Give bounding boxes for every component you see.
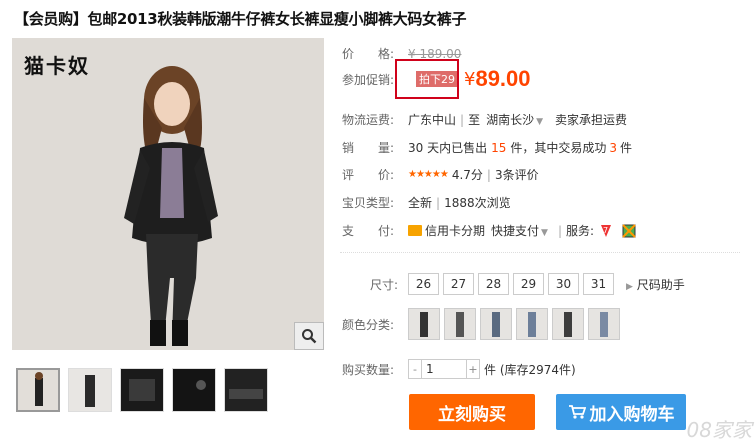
ship-to-select[interactable]: 湖南长沙 ▼ [486, 111, 543, 128]
ship-from: 广东中山 [408, 113, 457, 127]
size-option-31[interactable]: 31 [583, 273, 614, 295]
sales-prefix: 30 天内已售出 [408, 141, 488, 155]
site-watermark: 08家家 [686, 418, 752, 442]
chevron-down-icon: ▼ [536, 117, 544, 127]
color-swatch-1[interactable] [408, 308, 440, 340]
quantity-input[interactable]: 1 [421, 360, 467, 378]
quantity-row: 购买数量: - 1 + 件 (库存2974件) [342, 359, 576, 379]
sales-suffix: 件 [620, 141, 633, 155]
svg-text:7: 7 [603, 226, 608, 235]
chevron-down-icon: ▼ [541, 228, 548, 238]
view-count: 1888次浏览 [444, 196, 511, 210]
sold-count: 15 [491, 140, 507, 155]
thumbnail-4[interactable] [172, 368, 216, 412]
product-main-image[interactable]: 猫卡奴 [12, 38, 324, 350]
credit-installment[interactable]: 信用卡分期 [425, 222, 485, 239]
product-title: 【会员购】包邮2013秋装韩版潮牛仔裤女长裤显瘦小脚裤大码女裤子 [14, 10, 467, 28]
size-label: 尺寸: [369, 277, 398, 292]
review-count-link[interactable]: 3条评价 [495, 166, 539, 183]
size-option-30[interactable]: 30 [548, 273, 579, 295]
size-option-27[interactable]: 27 [443, 273, 474, 295]
thumbnail-2[interactable] [68, 368, 112, 412]
color-swatch-6[interactable] [588, 308, 620, 340]
color-swatch-2[interactable] [444, 308, 476, 340]
thumbnail-5[interactable] [224, 368, 268, 412]
payment-row: 支 付: 信用卡分期 快捷支付 ▼ | 服务: 7 [342, 222, 636, 239]
shipping-fee: 卖家承担运费 [555, 113, 628, 127]
rating-score: 4.7分 [451, 168, 483, 182]
model-illustration [124, 66, 218, 346]
highlight-box [395, 59, 459, 99]
quantity-label: 购买数量: [342, 362, 395, 377]
chevron-right-icon: ▶ [626, 281, 633, 292]
sales-label: 销 量: [342, 141, 395, 155]
seven-day-return-icon[interactable]: 7 [598, 223, 614, 239]
stock-info: 件 (库存2974件) [484, 362, 576, 377]
sales-middle: 件，其中交易成功 [510, 141, 607, 155]
ship-to-prefix: 至 [468, 113, 481, 127]
condition: 全新 [408, 196, 433, 210]
add-to-cart-button[interactable]: 加入购物车 [556, 394, 686, 430]
color-row: 颜色分类: [342, 308, 624, 340]
magnifier-icon [302, 329, 317, 344]
guarantee-icon[interactable] [622, 223, 636, 238]
increment-button[interactable]: + [467, 363, 479, 376]
color-swatch-5[interactable] [552, 308, 584, 340]
rating-row: 评 价: ★★★★★ 4.7分 | 3条评价 [342, 166, 539, 183]
success-count: 3 [609, 140, 618, 155]
cart-icon [568, 405, 586, 419]
color-swatch-4[interactable] [516, 308, 548, 340]
size-option-29[interactable]: 29 [513, 273, 544, 295]
rating-label: 评 价: [342, 168, 395, 182]
color-label: 颜色分类: [342, 317, 395, 332]
type-row: 宝贝类型: 全新 | 1888次浏览 [342, 195, 511, 211]
section-divider [340, 252, 740, 254]
size-helper-link[interactable]: ▶ 尺码助手 [624, 276, 685, 293]
thumbnail-1[interactable] [16, 368, 60, 412]
size-row: 尺寸: 26 27 28 29 30 31 ▶ 尺码助手 [342, 273, 685, 295]
zoom-button[interactable] [294, 322, 324, 350]
decrement-button[interactable]: - [409, 363, 421, 376]
color-swatch-3[interactable] [480, 308, 512, 340]
thumbnail-strip [16, 368, 268, 412]
shipping-label: 物流运费: [342, 113, 395, 127]
shipping-row: 物流运费: 广东中山 | 至 湖南长沙 ▼ 卖家承担运费 [342, 111, 628, 128]
buy-now-button[interactable]: 立刻购买 [409, 394, 535, 430]
size-option-28[interactable]: 28 [478, 273, 509, 295]
thumbnail-3[interactable] [120, 368, 164, 412]
quick-pay[interactable]: 快捷支付 ▼ [491, 222, 548, 239]
size-option-26[interactable]: 26 [408, 273, 439, 295]
star-rating-icon: ★★★★★ [408, 169, 449, 180]
currency-symbol: ¥ [464, 68, 476, 90]
promo-price: 89.00 [475, 66, 531, 91]
service-label: 服务: [566, 224, 595, 238]
type-label: 宝贝类型: [342, 196, 395, 210]
credit-card-icon [408, 225, 422, 236]
quantity-stepper[interactable]: - 1 + [408, 359, 480, 379]
sales-row: 销 量: 30 天内已售出 15 件，其中交易成功 3 件 [342, 139, 632, 156]
payment-label: 支 付: [342, 224, 395, 238]
